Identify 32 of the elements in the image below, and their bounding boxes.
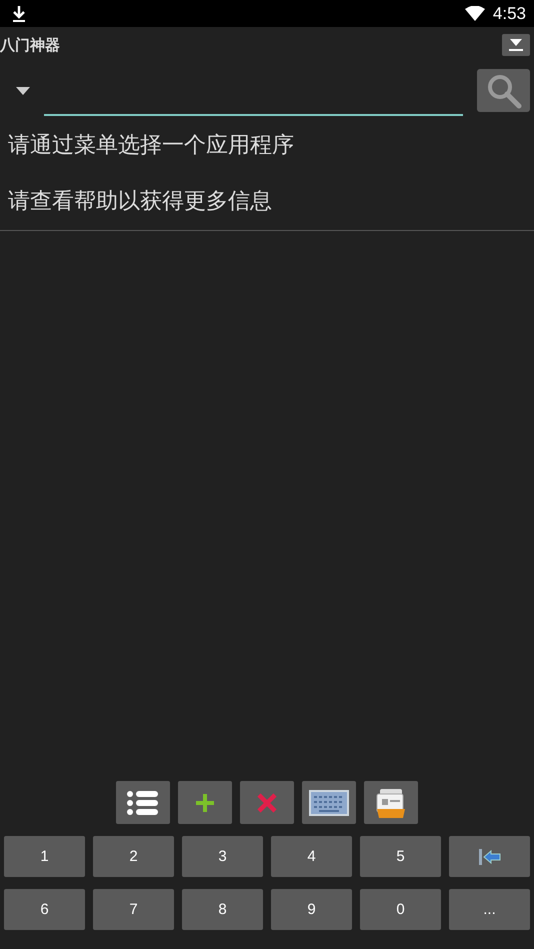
keypad-key[interactable]: 5 [360,836,441,877]
toolbar-button[interactable] [178,781,232,824]
keypad-key[interactable]: 6 [4,889,85,930]
keypad-key[interactable]: 7 [93,889,174,930]
message-text: 请通过菜单选择一个应用程序 [8,135,294,157]
arrow-left-icon [478,848,500,864]
close-icon [257,792,277,812]
wifi-icon [464,6,485,21]
list-icon [127,790,159,814]
search-icon [486,72,522,108]
keypad-key[interactable]: 3 [182,836,263,877]
download-icon [508,39,524,51]
keyboard-icon [309,790,349,816]
dropdown-caret-icon[interactable] [16,86,30,94]
keypad-key[interactable]: 1 [4,836,85,877]
message-text: 请查看帮助以获得更多信息 [8,191,272,213]
app-title: 八门神器 [0,36,60,54]
plus-icon [195,792,215,812]
keypad-key[interactable]: 4 [271,836,352,877]
toolbar-button[interactable] [116,781,170,824]
toolbar-button[interactable] [364,781,418,824]
download-icon [12,6,26,22]
folder-icon [374,786,408,818]
clock-time: 4:53 [492,4,526,24]
keypad-key[interactable]: 0 [360,889,441,930]
backspace-key[interactable] [449,836,530,877]
keypad-key[interactable]: ... [449,889,530,930]
keypad-key[interactable]: 2 [93,836,174,877]
keypad-key[interactable]: 9 [271,889,352,930]
toolbar-button[interactable] [302,781,356,824]
collapse-button[interactable] [502,34,530,56]
keypad-key[interactable]: 8 [182,889,263,930]
